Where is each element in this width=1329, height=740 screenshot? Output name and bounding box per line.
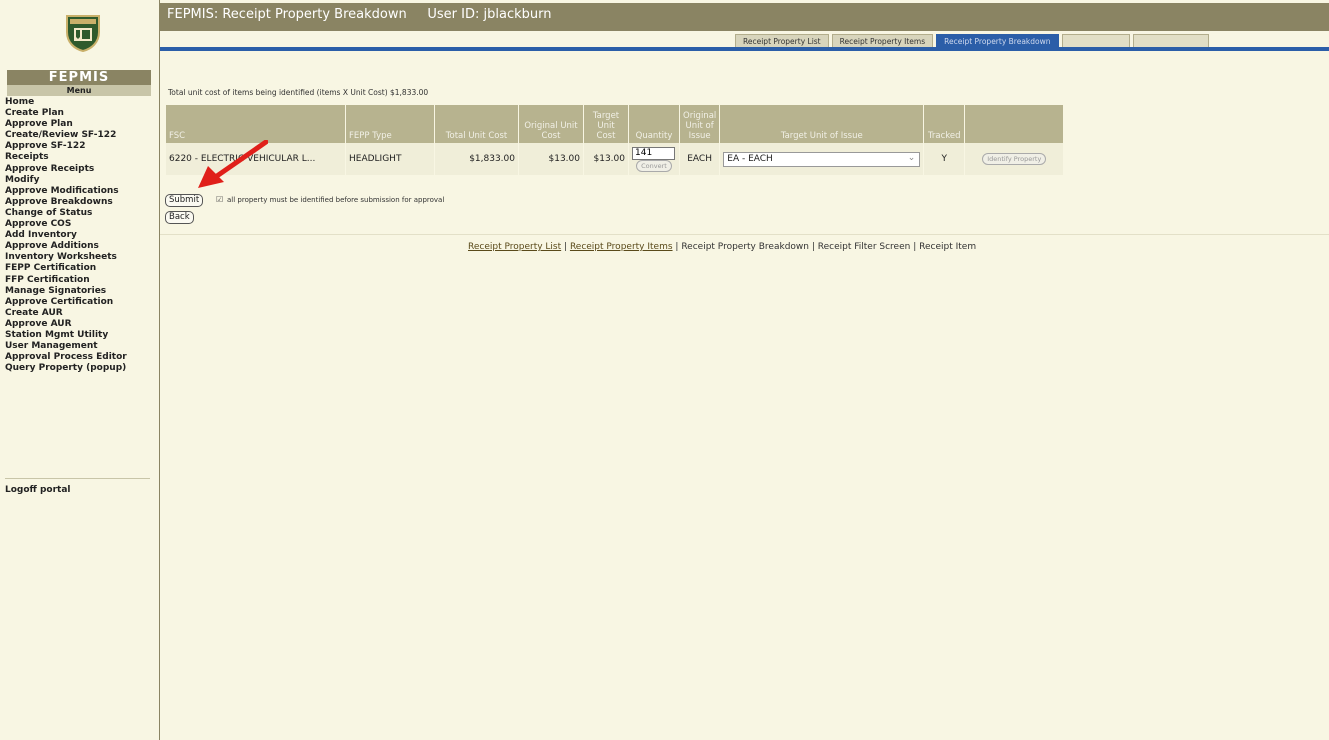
link-receipt-property-breakdown[interactable]: Receipt Property Breakdown [681,242,809,252]
cell-tracked: Y [923,143,966,175]
tab-disabled-2 [1132,34,1209,48]
sidebar-item-approve-additions[interactable]: Approve Additions [5,241,155,252]
identify-property-button[interactable]: Identify Property [982,153,1047,165]
target-unit-select[interactable]: EA - EACH ⌄ [723,151,921,167]
sidebar-item-approve-sf122[interactable]: Approve SF-122 [5,141,155,152]
sidebar-item-approve-cos[interactable]: Approve COS [5,219,155,230]
tab-disabled-1 [1061,34,1130,48]
sidebar-item-approve-aur[interactable]: Approve AUR [5,319,155,330]
breakdown-table: FSC FEPP Type Total Unit Cost Original U… [166,105,1065,175]
cell-target-unit-cost: $13.00 [583,143,629,175]
chevron-down-icon: ⌄ [907,152,916,163]
sidebar-item-approve-breakdowns[interactable]: Approve Breakdowns [5,197,155,208]
col-fepp-type: FEPP Type [345,105,435,143]
cell-fepp-type: HEADLIGHT [345,143,435,175]
sidebar-item-receipts[interactable]: Receipts [5,152,155,163]
sidebar-item-approve-certification[interactable]: Approve Certification [5,297,155,308]
link-receipt-property-list[interactable]: Receipt Property List [468,242,561,252]
cell-original-unit-of-issue: EACH [679,143,721,175]
sidebar-item-approve-plan[interactable]: Approve Plan [5,119,155,130]
tab-underline [160,47,1329,51]
col-original-unit-of-issue: Original Unit of Issue [679,105,721,143]
col-actions [964,105,1065,143]
cell-target-unit-of-issue: EA - EACH ⌄ [719,143,925,175]
col-tracked: Tracked [923,105,966,143]
link-receipt-filter-screen[interactable]: Receipt Filter Screen [818,242,911,252]
sidebar-item-fepp-certification[interactable]: FEPP Certification [5,263,155,274]
sidebar-item-station-mgmt-utility[interactable]: Station Mgmt Utility [5,330,155,341]
page-header: FEPMIS: Receipt Property Breakdown User … [160,3,1329,31]
page-title: FEPMIS: Receipt Property Breakdown User … [167,7,552,22]
convert-button[interactable]: Convert [636,159,672,172]
sidebar-item-create-review-sf122[interactable]: Create/Review SF-122 [5,130,155,141]
cell-actions: Identify Property [964,143,1065,175]
sidebar-item-query-property[interactable]: Query Property (popup) [5,363,155,374]
tab-receipt-property-list[interactable]: Receipt Property List [735,34,829,48]
sidebar-item-user-management[interactable]: User Management [5,341,155,352]
col-target-unit-of-issue: Target Unit of Issue [719,105,925,143]
sidebar-item-change-of-status[interactable]: Change of Status [5,208,155,219]
total-cost-summary: Total unit cost of items being identifie… [168,88,429,97]
sidebar: FEPMIS Menu Home Create Plan Approve Pla… [0,0,160,740]
usfs-shield-logo [66,15,100,52]
red-annotation-arrow-icon [198,140,268,188]
submit-button[interactable]: Submit [165,194,204,207]
col-quantity: Quantity [628,105,680,143]
sidebar-item-approve-modifications[interactable]: Approve Modifications [5,186,155,197]
cell-original-unit-cost: $13.00 [518,143,584,175]
sidebar-item-approval-process-editor[interactable]: Approval Process Editor [5,352,155,363]
sidebar-item-modify[interactable]: Modify [5,175,155,186]
cell-total-unit-cost: $1,833.00 [434,143,519,175]
tab-receipt-property-items[interactable]: Receipt Property Items [831,34,934,48]
link-receipt-property-items[interactable]: Receipt Property Items [570,242,673,252]
sidebar-item-home[interactable]: Home [5,97,155,108]
sidebar-item-inventory-worksheets[interactable]: Inventory Worksheets [5,252,155,263]
quantity-input[interactable] [632,146,675,160]
sidebar-item-create-plan[interactable]: Create Plan [5,108,155,119]
link-receipt-item[interactable]: Receipt Item [919,242,976,252]
content-divider [160,234,1329,235]
sidebar-item-ffp-certification[interactable]: FFP Certification [5,275,155,286]
submission-note: all property must be identified before s… [227,196,445,204]
tab-receipt-property-breakdown[interactable]: Receipt Property Breakdown [936,34,1059,48]
bottom-nav: Receipt Property List | Receipt Property… [468,242,976,252]
sidebar-item-create-aur[interactable]: Create AUR [5,308,155,319]
sidebar-menu: Home Create Plan Approve Plan Create/Rev… [5,97,155,374]
cell-quantity: Convert [628,143,680,175]
checkbox-checked-icon[interactable]: ☑ [216,196,224,204]
sidebar-title: FEPMIS [7,70,151,85]
sidebar-item-approve-receipts[interactable]: Approve Receipts [5,164,155,175]
back-button[interactable]: Back [165,211,194,224]
menu-label: Menu [7,85,151,96]
col-target-unit-cost: Target Unit Cost [583,105,629,143]
col-fsc: FSC [166,105,346,143]
col-original-unit-cost: Original Unit Cost [518,105,584,143]
col-total-unit-cost: Total Unit Cost [434,105,519,143]
sidebar-item-add-inventory[interactable]: Add Inventory [5,230,155,241]
sidebar-divider [5,478,150,479]
table-row: 6220 - ELECTRIC VEHICULAR L... HEADLIGHT… [166,143,1065,175]
tab-bar: Receipt Property List Receipt Property I… [735,34,1212,48]
sidebar-item-manage-signatories[interactable]: Manage Signatories [5,286,155,297]
logoff-link[interactable]: Logoff portal [5,485,71,495]
target-unit-select-value: EA - EACH [727,153,773,164]
